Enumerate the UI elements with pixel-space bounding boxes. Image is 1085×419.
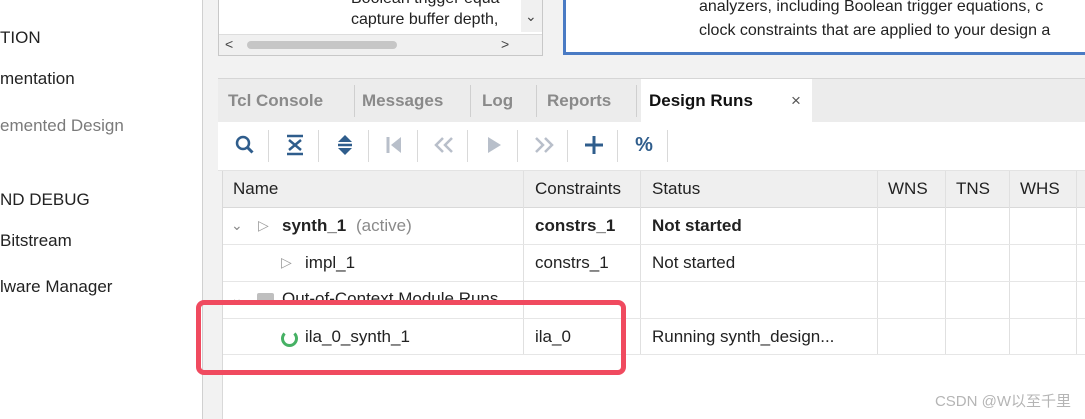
nav-item-generate-bitstream[interactable]: Bitstream bbox=[0, 231, 72, 251]
nav-section-program-debug: ND DEBUG bbox=[0, 190, 90, 209]
close-icon[interactable]: × bbox=[791, 91, 801, 111]
run-constraints: constrs_1 bbox=[535, 216, 616, 235]
run-name: synth_1 bbox=[282, 216, 347, 235]
run-status: Not started bbox=[652, 253, 736, 272]
watermark: CSDN @W以至千里 bbox=[934, 393, 1071, 410]
text-line: Boolean trigger equa bbox=[351, 0, 500, 8]
run-status: Not started bbox=[652, 216, 742, 235]
toolbar-divider bbox=[517, 130, 518, 162]
chevron-down-icon[interactable]: ⌄ bbox=[525, 8, 537, 25]
row-divider bbox=[223, 244, 1085, 245]
run-constraints: constrs_1 bbox=[535, 253, 609, 272]
run-status-triangle-icon: ▷ bbox=[281, 254, 292, 270]
percent-icon[interactable]: % bbox=[631, 132, 657, 158]
toolbar-divider bbox=[467, 130, 468, 162]
run-status-triangle-icon: ▷ bbox=[258, 217, 269, 233]
run-active-tag: (active) bbox=[356, 216, 412, 235]
nav-item-hardware-manager[interactable]: lware Manager bbox=[0, 277, 112, 297]
panel-tab-bar: Tcl Console Messages Log Reports Design … bbox=[218, 78, 1085, 124]
highlight-annotation-box bbox=[196, 300, 626, 375]
nav-section-simulation: TION bbox=[0, 28, 41, 47]
column-divider bbox=[1076, 171, 1077, 354]
nav-item-implementation[interactable]: mentation bbox=[0, 69, 75, 89]
tab-tcl-console[interactable]: Tcl Console bbox=[228, 79, 323, 123]
tab-design-runs[interactable]: Design Runs × bbox=[641, 79, 812, 124]
nav-item-implemented-design[interactable]: emented Design bbox=[0, 116, 124, 136]
tab-design-runs-label: Design Runs bbox=[649, 91, 753, 110]
add-icon[interactable] bbox=[581, 132, 607, 158]
horizontal-scrollbar[interactable]: < > bbox=[219, 34, 542, 55]
tab-divider bbox=[636, 85, 637, 117]
column-divider bbox=[1009, 171, 1010, 354]
column-divider bbox=[640, 171, 641, 354]
column-header-whs[interactable]: WHS bbox=[1020, 171, 1060, 207]
first-icon[interactable] bbox=[381, 132, 407, 158]
chevron-left-icon[interactable]: < bbox=[225, 36, 233, 52]
info-line: clock constraints that are applied to yo… bbox=[699, 22, 1051, 39]
toolbar-divider bbox=[617, 130, 618, 162]
vertical-scrollbar[interactable]: ⌄ bbox=[521, 0, 542, 32]
toolbar-divider bbox=[567, 130, 568, 162]
search-icon[interactable] bbox=[232, 132, 258, 158]
flow-navigator: TION mentation emented Design ND DEBUG B… bbox=[0, 0, 203, 419]
row-divider bbox=[223, 281, 1085, 282]
toolbar-divider bbox=[318, 130, 319, 162]
run-name: impl_1 bbox=[305, 253, 356, 272]
column-divider bbox=[945, 171, 946, 354]
chevron-right-icon[interactable]: > bbox=[501, 36, 509, 52]
tab-divider bbox=[470, 85, 471, 117]
toolbar-divider bbox=[368, 130, 369, 162]
column-divider bbox=[877, 171, 878, 354]
tab-messages[interactable]: Messages bbox=[362, 79, 443, 123]
info-description-box: analyzers, including Boolean trigger equ… bbox=[563, 0, 1085, 55]
tab-divider bbox=[536, 85, 537, 117]
run-status: Running synth_design... bbox=[652, 327, 835, 346]
column-header-tns[interactable]: TNS bbox=[956, 171, 990, 207]
column-header-status[interactable]: Status bbox=[652, 171, 700, 207]
description-text-pane: Boolean trigger equa capture buffer dept… bbox=[218, 0, 543, 56]
toolbar-divider bbox=[268, 130, 269, 162]
next-icon[interactable] bbox=[531, 132, 557, 158]
column-header-wns[interactable]: WNS bbox=[888, 171, 928, 207]
design-runs-toolbar: % bbox=[218, 122, 1085, 171]
scroll-thumb[interactable] bbox=[247, 41, 397, 49]
design-runs-table: Name Constraints Status WNS TNS WHS ⌄ ▷ … bbox=[222, 171, 1085, 419]
column-header-name[interactable]: Name bbox=[233, 171, 278, 207]
chevron-down-icon[interactable]: ⌄ bbox=[231, 217, 243, 234]
play-icon[interactable] bbox=[481, 132, 507, 158]
tab-reports[interactable]: Reports bbox=[547, 79, 611, 123]
tab-log[interactable]: Log bbox=[482, 79, 513, 123]
toolbar-divider bbox=[667, 130, 668, 162]
previous-icon[interactable] bbox=[431, 132, 457, 158]
collapse-all-icon[interactable] bbox=[282, 132, 308, 158]
tab-divider bbox=[354, 85, 355, 117]
text-line: capture buffer depth, bbox=[351, 11, 499, 28]
column-header-constraints[interactable]: Constraints bbox=[535, 171, 621, 207]
info-line: analyzers, including Boolean trigger equ… bbox=[699, 0, 1044, 15]
toolbar-divider bbox=[417, 130, 418, 162]
expand-all-icon[interactable] bbox=[332, 132, 358, 158]
